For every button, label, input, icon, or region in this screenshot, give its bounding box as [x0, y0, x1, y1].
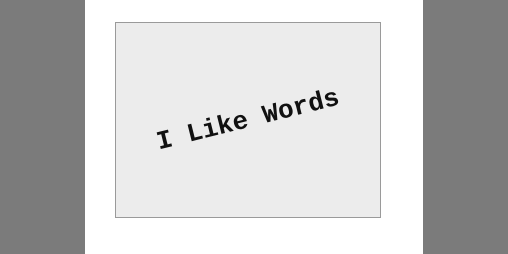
text-card: I Like Words — [115, 22, 381, 218]
viewer-backdrop: I Like Words — [0, 0, 508, 254]
card-text: I Like Words — [153, 82, 343, 158]
page-sheet: I Like Words — [85, 0, 423, 254]
